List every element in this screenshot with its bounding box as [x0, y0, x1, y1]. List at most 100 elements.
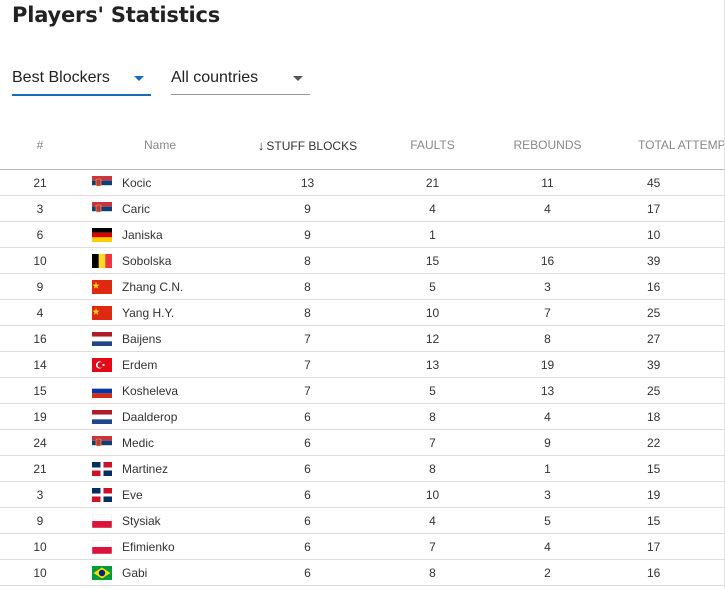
rank-cell: 16: [0, 325, 80, 352]
table-row[interactable]: 6 Janiska 9 1 10: [0, 221, 725, 248]
faults-cell: 5: [375, 377, 490, 404]
stuff-blocks-cell: 7: [240, 351, 375, 378]
column-header-label: #: [36, 138, 44, 152]
stat-type-selected: Best Blockers: [12, 69, 110, 86]
stuff-blocks-cell: 9: [240, 195, 375, 222]
player-name-cell[interactable]: Kosheleva: [80, 377, 240, 404]
table-row[interactable]: 10 Sobolska 8 15 16 39: [0, 247, 725, 274]
table-row[interactable]: 10 Efimienko 6 7 4 17: [0, 533, 725, 560]
poland-flag-icon: [92, 513, 112, 528]
player-name-cell[interactable]: Efimienko: [80, 533, 240, 560]
player-name-cell[interactable]: Erdem: [80, 351, 240, 378]
stats-table-container: # Name ↓ STUFF BLOCKS FAULTS REBOUNDS TOT…: [0, 121, 725, 586]
netherlands-flag-icon: [92, 331, 112, 346]
stuff-blocks-cell: 6: [240, 403, 375, 430]
stuff-blocks-cell: 9: [240, 221, 375, 248]
player-name-cell[interactable]: Zhang C.N.: [80, 273, 240, 300]
faults-cell: 8: [375, 403, 490, 430]
column-header-stuff-blocks[interactable]: ↓ STUFF BLOCKS: [240, 121, 375, 170]
column-header-label: Name: [143, 138, 176, 152]
poland-flag-icon: [92, 539, 112, 554]
player-name: Efimienko: [122, 539, 175, 554]
rank-cell: 10: [0, 559, 80, 586]
rebounds-cell: 2: [490, 559, 605, 586]
total-attempts-cell: 22: [605, 429, 725, 456]
total-attempts-cell: 39: [605, 247, 725, 274]
player-name-cell[interactable]: Sobolska: [80, 247, 240, 274]
player-name-cell[interactable]: Stysiak: [80, 507, 240, 534]
player-name-cell[interactable]: Medic: [80, 429, 240, 456]
column-header-faults[interactable]: FAULTS: [375, 121, 490, 170]
table-row[interactable]: 24 Medic 6 7 9 22: [0, 429, 725, 456]
table-row[interactable]: 21 Kocic 13 21 11 45: [0, 169, 725, 196]
page-title: Players' Statistics: [12, 3, 221, 27]
total-attempts-cell: 15: [605, 507, 725, 534]
rebounds-cell: [490, 221, 605, 248]
player-name-cell[interactable]: Baijens: [80, 325, 240, 352]
total-attempts-cell: 16: [605, 273, 725, 300]
player-name: Sobolska: [122, 253, 172, 268]
player-name-cell[interactable]: Martinez: [80, 455, 240, 482]
table-row[interactable]: 4 Yang H.Y. 8 10 7 25: [0, 299, 725, 326]
table-row[interactable]: 21 Martinez 6 8 1 15: [0, 455, 725, 482]
player-name: Eve: [122, 487, 143, 502]
faults-cell: 7: [375, 429, 490, 456]
player-name-cell[interactable]: Eve: [80, 481, 240, 508]
serbia-flag-icon: [92, 201, 112, 216]
column-header-rank[interactable]: #: [0, 121, 80, 170]
table-row[interactable]: 16 Baijens 7 12 8 27: [0, 325, 725, 352]
serbia-flag-icon: [92, 435, 112, 450]
sort-descending-icon: ↓: [257, 137, 265, 153]
stuff-blocks-cell: 6: [240, 429, 375, 456]
germany-flag-icon: [92, 227, 112, 242]
rebounds-cell: 1: [490, 455, 605, 482]
player-name-cell[interactable]: Gabi: [80, 559, 240, 586]
total-attempts-cell: 18: [605, 403, 725, 430]
rank-cell: 14: [0, 351, 80, 378]
rank-cell: 21: [0, 455, 80, 482]
table-row[interactable]: 10 Gabi 6 8 2 16: [0, 559, 725, 586]
stats-table: # Name ↓ STUFF BLOCKS FAULTS REBOUNDS TOT…: [0, 121, 725, 586]
total-attempts-cell: 45: [605, 169, 725, 196]
table-header: # Name ↓ STUFF BLOCKS FAULTS REBOUNDS TOT…: [0, 121, 725, 170]
total-attempts-cell: 17: [605, 195, 725, 222]
total-attempts-cell: 39: [605, 351, 725, 378]
rebounds-cell: 4: [490, 403, 605, 430]
table-row[interactable]: 3 Eve 6 10 3 19: [0, 481, 725, 508]
player-name-cell[interactable]: Caric: [80, 195, 240, 222]
stuff-blocks-cell: 8: [240, 273, 375, 300]
player-name: Daalderop: [122, 409, 178, 424]
player-name-cell[interactable]: Janiska: [80, 221, 240, 248]
total-attempts-cell: 15: [605, 455, 725, 482]
player-name-cell[interactable]: Yang H.Y.: [80, 299, 240, 326]
chevron-down-icon: [134, 76, 144, 81]
table-row[interactable]: 9 Zhang C.N. 8 5 3 16: [0, 273, 725, 300]
table-row[interactable]: 3 Caric 9 4 4 17: [0, 195, 725, 222]
faults-cell: 5: [375, 273, 490, 300]
faults-cell: 21: [375, 169, 490, 196]
player-name-cell[interactable]: Kocic: [80, 169, 240, 196]
rebounds-cell: 11: [490, 169, 605, 196]
rank-cell: 10: [0, 533, 80, 560]
rank-cell: 9: [0, 273, 80, 300]
column-header-name[interactable]: Name: [80, 121, 240, 170]
table-row[interactable]: 19 Daalderop 6 8 4 18: [0, 403, 725, 430]
column-header-rebounds[interactable]: REBOUNDS: [490, 121, 605, 170]
column-header-total-attempts[interactable]: TOTAL ATTEMPTS: [605, 121, 725, 170]
table-row[interactable]: 9 Stysiak 6 4 5 15: [0, 507, 725, 534]
table-row[interactable]: 15 Kosheleva 7 5 13 25: [0, 377, 725, 404]
stat-type-dropdown[interactable]: Best Blockers: [12, 64, 151, 96]
rebounds-cell: 4: [490, 533, 605, 560]
faults-cell: 4: [375, 195, 490, 222]
rank-cell: 10: [0, 247, 80, 274]
table-row[interactable]: 14 Erdem 7 13 19 39: [0, 351, 725, 378]
stuff-blocks-cell: 13: [240, 169, 375, 196]
stuff-blocks-cell: 6: [240, 481, 375, 508]
dominican-republic-flag-icon: [92, 487, 112, 502]
country-dropdown[interactable]: All countries: [171, 64, 310, 95]
russia-flag-icon: [92, 383, 112, 398]
player-name-cell[interactable]: Daalderop: [80, 403, 240, 430]
column-header-label: TOTAL ATTEMPTS: [638, 138, 725, 152]
china-flag-icon: [92, 279, 112, 294]
rebounds-cell: 19: [490, 351, 605, 378]
